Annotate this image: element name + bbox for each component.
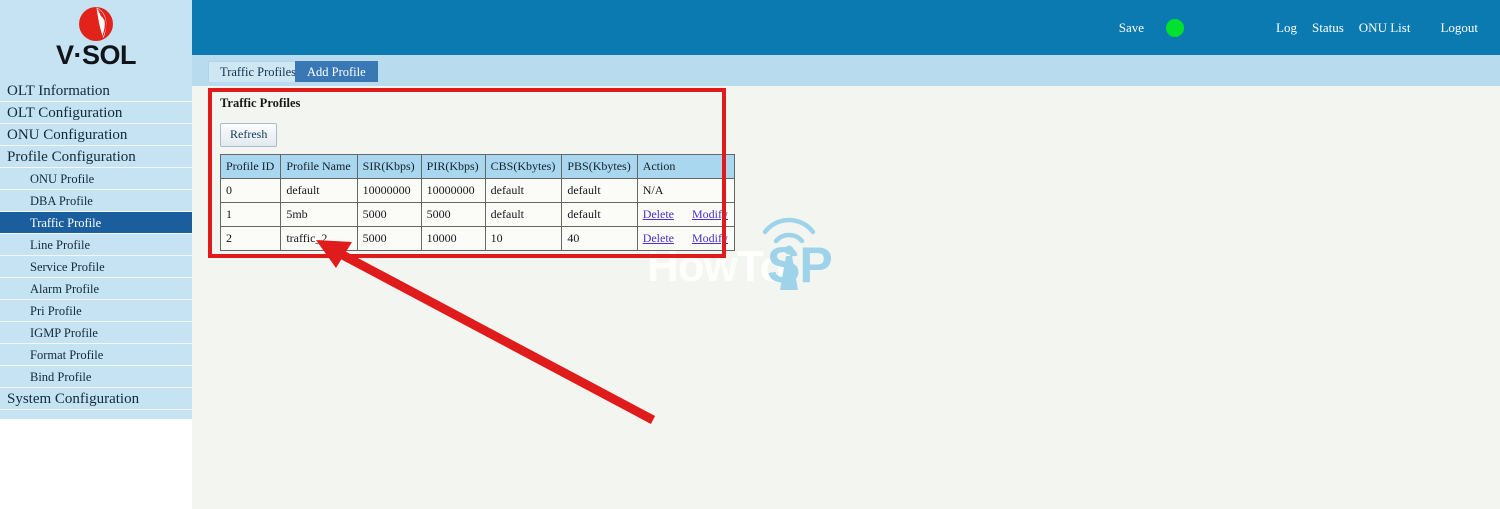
sidebar-item-onu-profile[interactable]: ONU Profile xyxy=(0,168,192,190)
column-header-pbs: PBS(Kbytes) xyxy=(561,154,638,179)
delete-link[interactable]: Delete xyxy=(643,207,674,221)
cell-profile-id: 1 xyxy=(219,202,282,227)
cell-pir: 10000000 xyxy=(420,178,486,203)
sidebar-item-bind-profile[interactable]: Bind Profile xyxy=(0,366,192,388)
sidebar-item-olt-information[interactable]: OLT Information xyxy=(0,80,192,102)
green-status-dot-icon xyxy=(1166,18,1185,37)
cell-profile-id: 0 xyxy=(219,178,282,203)
cell-sir: 5000 xyxy=(356,226,422,251)
logout-link[interactable]: Logout xyxy=(1440,20,1478,36)
modify-link[interactable]: Modify xyxy=(692,231,728,245)
cell-profile-id: 2 xyxy=(219,226,282,251)
table-row: 2 traffic_2 5000 10000 10 40 Delete Modify xyxy=(219,226,736,251)
sidebar-item-olt-configuration[interactable]: OLT Configuration xyxy=(0,102,192,124)
cell-profile-name: default xyxy=(280,178,358,203)
cell-pbs: 40 xyxy=(561,226,638,251)
cell-cbs: default xyxy=(484,202,563,227)
top-header-bar: Save Log Status ONU List Logout xyxy=(192,0,1500,55)
sidebar-item-profile-configuration[interactable]: Profile Configuration xyxy=(0,146,192,168)
refresh-button[interactable]: Refresh xyxy=(220,123,278,147)
cell-sir: 10000000 xyxy=(356,178,422,203)
modify-link[interactable]: Modify xyxy=(692,207,728,221)
cell-cbs: default xyxy=(484,178,563,203)
tab-bar: Traffic Profiles Add Profile xyxy=(192,55,1500,86)
tab-add-profile[interactable]: Add Profile xyxy=(295,61,378,82)
wifi-tower-icon xyxy=(762,217,816,290)
tab-traffic-profiles[interactable]: Traffic Profiles xyxy=(208,61,309,82)
application-window: V·SOL OLT Information OLT Configuration ON… xyxy=(0,0,1500,509)
sidebar-item-line-profile[interactable]: Line Profile xyxy=(0,234,192,256)
cell-profile-name: 5mb xyxy=(280,202,358,227)
table-body: 0 default 10000000 10000000 default default N/… xyxy=(219,178,736,251)
cell-pir: 10000 xyxy=(420,226,486,251)
column-header-action: Action xyxy=(636,154,736,179)
sidebar-item-format-profile[interactable]: Format Profile xyxy=(0,344,192,366)
sidebar-menu: OLT Information OLT Configuration ONU Conf… xyxy=(0,80,192,410)
brand-name: V·SOL xyxy=(55,40,137,70)
log-link[interactable]: Log xyxy=(1276,20,1297,36)
traffic-profiles-panel: Traffic Profiles Refresh Profile ID Prof… xyxy=(212,92,736,251)
cell-profile-name: traffic_2 xyxy=(280,226,358,251)
brand-logo-area: V·SOL xyxy=(0,0,192,80)
onu-list-link[interactable]: ONU List xyxy=(1359,20,1411,36)
cell-action: Delete Modify xyxy=(636,202,736,227)
column-header-sir: SIR(Kbps) xyxy=(356,154,422,179)
table-header-row: Profile ID Profile Name SIR(Kbps) PIR(Kb… xyxy=(219,154,736,179)
column-header-cbs: CBS(Kbytes) xyxy=(484,154,563,179)
table-row: 0 default 10000000 10000000 default default N/… xyxy=(219,178,736,203)
cell-cbs: 10 xyxy=(484,226,563,251)
sidebar-item-igmp-profile[interactable]: IGMP Profile xyxy=(0,322,192,344)
status-link[interactable]: Status xyxy=(1312,20,1344,36)
cell-pbs: default xyxy=(561,202,638,227)
cell-action: Delete Modify xyxy=(636,226,736,251)
table-row: 1 5mb 5000 5000 default default Delete Modify xyxy=(219,202,736,227)
cell-pbs: default xyxy=(561,178,638,203)
top-header-actions: Save Log Status ONU List Logout xyxy=(1119,0,1500,55)
delete-link[interactable]: Delete xyxy=(643,231,674,245)
traffic-profiles-table: Profile ID Profile Name SIR(Kbps) PIR(Kb… xyxy=(219,154,736,251)
sidebar-item-pri-profile[interactable]: Pri Profile xyxy=(0,300,192,322)
column-header-profile-id: Profile ID xyxy=(219,154,282,179)
sidebar-item-traffic-profile[interactable]: Traffic Profile xyxy=(0,212,192,234)
panel-title: Traffic Profiles xyxy=(220,96,301,110)
main-content: HowTo SP Traffic Profiles Refresh Profil… xyxy=(192,86,1500,509)
cell-pir: 5000 xyxy=(420,202,486,227)
column-header-profile-name: Profile Name xyxy=(280,154,358,179)
column-header-pir: PIR(Kbps) xyxy=(420,154,486,179)
sidebar-item-service-profile[interactable]: Service Profile xyxy=(0,256,192,278)
sidebar-item-alarm-profile[interactable]: Alarm Profile xyxy=(0,278,192,300)
cell-sir: 5000 xyxy=(356,202,422,227)
watermark-brand-text: SP xyxy=(767,237,833,293)
sidebar-item-system-configuration[interactable]: System Configuration xyxy=(0,388,192,410)
table-header: Profile ID Profile Name SIR(Kbps) PIR(Kb… xyxy=(219,154,736,179)
vsol-sphere-logo-icon xyxy=(79,7,113,41)
sidebar-item-onu-configuration[interactable]: ONU Configuration xyxy=(0,124,192,146)
cell-action: N/A xyxy=(636,178,736,203)
save-button[interactable]: Save xyxy=(1119,20,1144,36)
sidebar: V·SOL OLT Information OLT Configuration ON… xyxy=(0,0,192,419)
sidebar-item-dba-profile[interactable]: DBA Profile xyxy=(0,190,192,212)
